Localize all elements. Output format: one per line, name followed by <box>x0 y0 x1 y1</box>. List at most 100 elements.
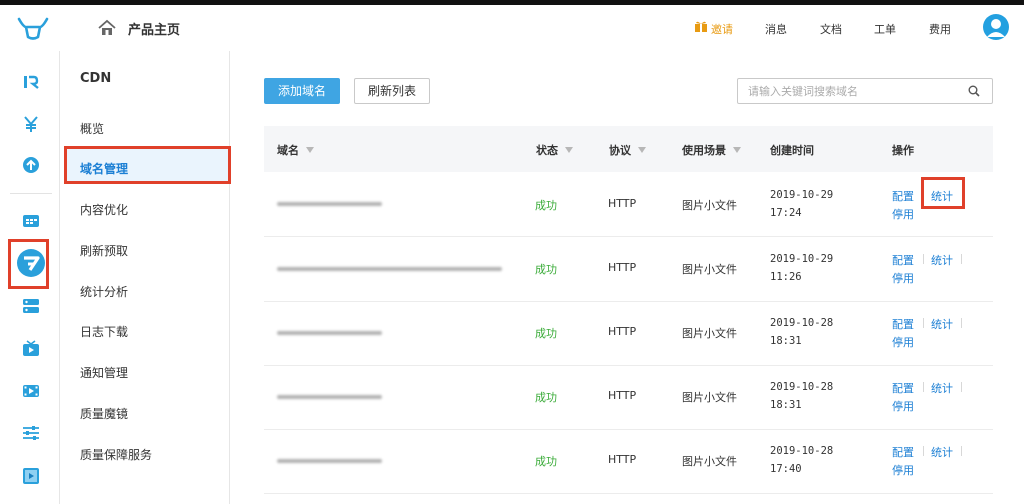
home-icon[interactable] <box>98 19 116 37</box>
redacted-domain <box>277 459 382 463</box>
redacted-domain <box>277 202 382 206</box>
disable-link[interactable]: 停用 <box>892 270 914 286</box>
add-domain-button[interactable]: 添加域名 <box>264 78 340 104</box>
protocol-cell: HTTP <box>608 325 637 338</box>
cdn-side-menu: CDN 概览 域名管理 内容优化 刷新预取 统计分析 日志下载 通知管理 质量魔… <box>60 51 230 504</box>
config-link[interactable]: 配置 <box>892 252 914 268</box>
action-separator <box>923 254 924 264</box>
created-time-cell: 2019-10-28 18:31 <box>770 317 834 347</box>
menu-item-log-download[interactable]: 日志下载 <box>80 323 128 340</box>
created-time-cell: 2019-10-29 17:24 <box>770 189 834 219</box>
table-row: 成功 HTTP 图片小文件 2019-10-28 17:40 配置 统计 停用 <box>264 429 993 494</box>
menu-item-notification[interactable]: 通知管理 <box>80 364 128 381</box>
protocol-cell: HTTP <box>608 453 637 466</box>
dashboard-icon[interactable] <box>22 212 40 230</box>
config-link[interactable]: 配置 <box>892 380 914 396</box>
redacted-domain <box>277 267 502 271</box>
domain-search-input[interactable] <box>748 82 958 100</box>
menu-item-quality-mirror[interactable]: 质量魔镜 <box>80 405 128 422</box>
table-header: 域名 状态 协议 使用场景 创建时间 操作 <box>264 126 993 172</box>
menu-item-refresh-prefetch[interactable]: 刷新预取 <box>80 242 128 259</box>
server-icon[interactable] <box>22 297 40 315</box>
created-time-cell: 2019-10-29 11:26 <box>770 253 834 283</box>
search-icon[interactable] <box>968 85 980 97</box>
highlight-box-stats-link <box>921 177 965 209</box>
header-actions: 操作 <box>892 144 914 157</box>
sliders-icon[interactable] <box>22 424 40 442</box>
header-protocol[interactable]: 协议 <box>609 142 646 158</box>
disable-link[interactable]: 停用 <box>892 398 914 414</box>
table-row: 成功 HTTP 图片小文件 2019-10-28 18:31 配置 统计 停用 <box>264 365 993 430</box>
filter-icon[interactable] <box>306 147 314 153</box>
header-scenario[interactable]: 使用场景 <box>682 142 741 158</box>
ke-icon[interactable] <box>22 73 40 91</box>
protocol-cell: HTTP <box>608 197 637 210</box>
nav-billing[interactable]: 费用 <box>929 21 951 37</box>
config-link[interactable]: 配置 <box>892 188 914 204</box>
status-cell: 成功 <box>535 199 557 212</box>
logo-icon[interactable] <box>16 16 50 42</box>
scenario-cell: 图片小文件 <box>682 263 737 276</box>
header-status[interactable]: 状态 <box>536 142 573 158</box>
header-created: 创建时间 <box>770 144 814 157</box>
action-separator <box>923 446 924 456</box>
highlight-box-cdn-icon <box>8 239 49 289</box>
live-tv-icon[interactable] <box>22 340 40 358</box>
action-separator <box>923 318 924 328</box>
protocol-cell: HTTP <box>608 261 637 274</box>
player-icon[interactable] <box>22 467 40 485</box>
user-icon <box>987 19 1005 37</box>
redacted-domain <box>277 331 382 335</box>
action-separator <box>961 446 962 456</box>
status-cell: 成功 <box>535 455 557 468</box>
protocol-cell: HTTP <box>608 389 637 402</box>
nav-docs[interactable]: 文档 <box>820 21 842 37</box>
menu-title: CDN <box>80 71 112 86</box>
stats-link[interactable]: 统计 <box>931 444 953 460</box>
scenario-cell: 图片小文件 <box>682 391 737 404</box>
stats-link[interactable]: 统计 <box>931 316 953 332</box>
filter-icon[interactable] <box>565 147 573 153</box>
status-cell: 成功 <box>535 327 557 340</box>
disable-link[interactable]: 停用 <box>892 206 914 222</box>
menu-item-content-optimization[interactable]: 内容优化 <box>80 201 128 218</box>
top-bar: 产品主页 邀请 消息 文档 工单 费用 <box>0 5 1024 52</box>
stats-link[interactable]: 统计 <box>931 252 953 268</box>
status-cell: 成功 <box>535 391 557 404</box>
user-avatar[interactable] <box>983 14 1009 40</box>
upload-icon[interactable] <box>22 156 40 174</box>
home-title[interactable]: 产品主页 <box>128 19 180 38</box>
menu-item-quality-assurance[interactable]: 质量保障服务 <box>80 446 152 463</box>
scenario-cell: 图片小文件 <box>682 199 737 212</box>
scenario-cell: 图片小文件 <box>682 327 737 340</box>
disable-link[interactable]: 停用 <box>892 462 914 478</box>
gift-icon[interactable] <box>694 19 708 33</box>
scenario-cell: 图片小文件 <box>682 455 737 468</box>
refresh-list-button[interactable]: 刷新列表 <box>354 78 430 104</box>
created-time-cell: 2019-10-28 17:40 <box>770 445 834 475</box>
filter-icon[interactable] <box>733 147 741 153</box>
table-row: 成功 HTTP 图片小文件 2019-10-29 11:26 配置 统计 停用 <box>264 237 993 302</box>
header-domain[interactable]: 域名 <box>277 142 314 158</box>
action-separator <box>923 382 924 392</box>
disable-link[interactable]: 停用 <box>892 334 914 350</box>
nav-invite[interactable]: 邀请 <box>711 21 733 37</box>
stats-link[interactable]: 统计 <box>931 380 953 396</box>
action-separator <box>961 382 962 392</box>
icon-bar-divider <box>10 193 52 194</box>
yen-icon[interactable] <box>22 115 40 133</box>
highlight-box-domain-management <box>64 146 231 184</box>
redacted-domain <box>277 395 382 399</box>
nav-messages[interactable]: 消息 <box>765 21 787 37</box>
action-separator <box>961 254 962 264</box>
menu-item-statistics[interactable]: 统计分析 <box>80 283 128 300</box>
filter-icon[interactable] <box>638 147 646 153</box>
menu-item-overview[interactable]: 概览 <box>80 120 104 137</box>
video-icon[interactable] <box>22 382 40 400</box>
nav-tickets[interactable]: 工单 <box>874 21 896 37</box>
config-link[interactable]: 配置 <box>892 316 914 332</box>
table-row: 成功 HTTP 图片小文件 2019-10-28 18:31 配置 统计 停用 <box>264 301 993 366</box>
main-content: 添加域名 刷新列表 域名 状态 协议 使用场景 创建时间 操作 成功 HTTP … <box>230 51 1024 504</box>
config-link[interactable]: 配置 <box>892 444 914 460</box>
domain-search-box <box>737 78 993 104</box>
